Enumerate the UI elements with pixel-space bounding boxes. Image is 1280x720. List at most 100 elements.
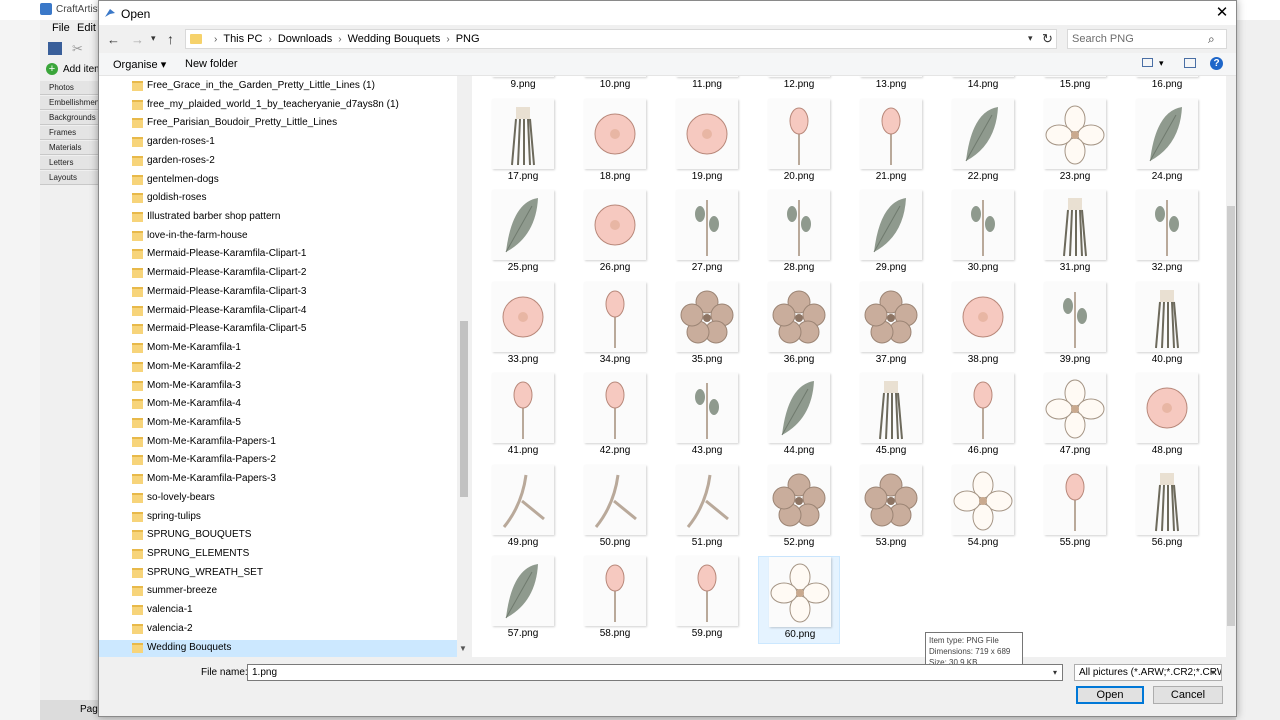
file-tile[interactable]: 35.png bbox=[666, 281, 748, 370]
side-tab-frames[interactable]: Frames bbox=[40, 126, 98, 140]
file-type-filter-select[interactable]: All pictures (*.ARW;*.CR2;*.CRW bbox=[1074, 664, 1222, 681]
folder-item[interactable]: goldish-roses bbox=[99, 190, 457, 208]
open-button[interactable]: Open bbox=[1076, 686, 1144, 704]
folder-item[interactable]: garden-roses-1 bbox=[99, 134, 457, 152]
file-tile[interactable]: 33.png bbox=[482, 281, 564, 370]
file-tile[interactable]: 17.png bbox=[482, 98, 564, 187]
folder-item[interactable]: Mermaid-Please-Karamfila-Clipart-3 bbox=[99, 284, 457, 302]
breadcrumb-wedding-bouquets[interactable]: Wedding Bouquets bbox=[348, 33, 441, 45]
breadcrumb-chevron-icon[interactable]: › bbox=[338, 34, 341, 45]
file-tile[interactable]: 15.png bbox=[1034, 76, 1116, 95]
file-tile[interactable]: 18.png bbox=[574, 98, 656, 187]
file-tile[interactable]: 14.png bbox=[942, 76, 1024, 95]
side-tab-backgrounds[interactable]: Backgrounds bbox=[40, 111, 98, 125]
folder-item[interactable]: Mom-Me-Karamfila-Papers-3 bbox=[99, 471, 457, 489]
folder-item[interactable]: Mermaid-Please-Karamfila-Clipart-1 bbox=[99, 246, 457, 264]
folder-item[interactable]: Mermaid-Please-Karamfila-Clipart-5 bbox=[99, 321, 457, 339]
address-dropdown-chevron-icon[interactable]: ▾ bbox=[1028, 33, 1033, 44]
folder-item[interactable]: SPRUNG_ELEMENTS bbox=[99, 546, 457, 564]
back-arrow-icon[interactable]: ← bbox=[107, 32, 120, 47]
change-view-icon[interactable] bbox=[1142, 58, 1153, 67]
file-tile[interactable]: 34.png bbox=[574, 281, 656, 370]
file-tile[interactable]: 32.png bbox=[1126, 190, 1208, 278]
file-tile[interactable]: 44.png bbox=[758, 373, 840, 461]
side-tab-layouts[interactable]: Layouts bbox=[40, 171, 98, 185]
file-tile[interactable]: 22.png bbox=[942, 98, 1024, 187]
file-tile[interactable]: 27.png bbox=[666, 190, 748, 278]
folder-item[interactable]: Mom-Me-Karamfila-Papers-1 bbox=[99, 434, 457, 452]
file-tile[interactable]: 31.png bbox=[1034, 190, 1116, 278]
search-input[interactable] bbox=[1072, 32, 1202, 46]
file-tile[interactable]: 38.png bbox=[942, 281, 1024, 370]
file-tile[interactable]: 55.png bbox=[1034, 464, 1116, 553]
file-tile[interactable]: 13.png bbox=[850, 76, 932, 95]
folder-item[interactable]: valencia-2 bbox=[99, 621, 457, 639]
add-item-button[interactable]: Add item bbox=[63, 64, 102, 75]
file-tile[interactable]: 36.png bbox=[758, 281, 840, 370]
folder-item[interactable]: gentelmen-dogs bbox=[99, 172, 457, 190]
file-tile[interactable]: 39.png bbox=[1034, 281, 1116, 370]
file-tile[interactable]: 59.png bbox=[666, 556, 748, 644]
file-tile[interactable]: 60.png bbox=[758, 556, 840, 644]
organise-button[interactable]: Organise ▾ bbox=[113, 58, 166, 71]
file-tile[interactable]: 46.png bbox=[942, 373, 1024, 461]
file-tile[interactable]: 47.png bbox=[1034, 373, 1116, 461]
file-type-chevron-icon[interactable]: ▾ bbox=[1211, 668, 1215, 677]
up-arrow-icon[interactable]: ↑ bbox=[167, 31, 174, 47]
cut-icon[interactable]: ✂ bbox=[72, 41, 83, 57]
folder-item[interactable]: SPRUNG_BOUQUETS bbox=[99, 527, 457, 545]
search-icon[interactable]: ⌕ bbox=[1208, 32, 1215, 47]
file-tile[interactable]: 45.png bbox=[850, 373, 932, 461]
file-tile[interactable]: 23.png bbox=[1034, 98, 1116, 187]
file-tile[interactable]: 52.png bbox=[758, 464, 840, 553]
file-tile[interactable]: 37.png bbox=[850, 281, 932, 370]
address-bar[interactable]: › This PC › Downloads › Wedding Bouquets… bbox=[185, 29, 1057, 49]
file-tile[interactable]: 25.png bbox=[482, 190, 564, 278]
file-tile[interactable]: 21.png bbox=[850, 98, 932, 187]
file-name-dropdown-chevron-icon[interactable]: ▾ bbox=[1053, 668, 1057, 677]
file-tile[interactable]: 57.png bbox=[482, 556, 564, 644]
file-tile[interactable]: 49.png bbox=[482, 464, 564, 553]
scroll-down-arrow-icon[interactable]: ▼ bbox=[459, 644, 467, 653]
file-tile[interactable]: 28.png bbox=[758, 190, 840, 278]
breadcrumb-chevron-icon[interactable]: › bbox=[446, 34, 449, 45]
folder-item[interactable]: Mom-Me-Karamfila-1 bbox=[99, 340, 457, 358]
add-item-icon[interactable]: + bbox=[46, 63, 58, 75]
file-tile[interactable]: 40.png bbox=[1126, 281, 1208, 370]
file-tile[interactable]: 10.png bbox=[574, 76, 656, 95]
refresh-icon[interactable]: ↻ bbox=[1042, 31, 1053, 47]
file-tile[interactable]: 20.png bbox=[758, 98, 840, 187]
help-icon[interactable]: ? bbox=[1210, 57, 1223, 70]
side-tab-materials[interactable]: Materials bbox=[40, 141, 98, 155]
save-icon[interactable] bbox=[48, 42, 62, 55]
side-tab-photos[interactable]: Photos bbox=[40, 81, 98, 95]
file-tile[interactable]: 30.png bbox=[942, 190, 1024, 278]
folder-item[interactable]: Mermaid-Please-Karamfila-Clipart-2 bbox=[99, 265, 457, 283]
folder-item[interactable]: Illustrated barber shop pattern bbox=[99, 209, 457, 227]
navigation-pane-scroll-thumb[interactable] bbox=[460, 321, 468, 497]
folder-item[interactable]: Mom-Me-Karamfila-5 bbox=[99, 415, 457, 433]
cancel-button[interactable]: Cancel bbox=[1153, 686, 1223, 704]
folder-item[interactable]: SPRUNG_WREATH_SET bbox=[99, 565, 457, 583]
file-tile[interactable]: 19.png bbox=[666, 98, 748, 187]
background-menu-edit[interactable]: Edit bbox=[77, 22, 96, 34]
file-name-input[interactable]: 1.png bbox=[247, 664, 1063, 681]
file-tile[interactable]: 26.png bbox=[574, 190, 656, 278]
file-tile[interactable]: 56.png bbox=[1126, 464, 1208, 553]
file-tile[interactable]: 53.png bbox=[850, 464, 932, 553]
preview-pane-icon[interactable] bbox=[1184, 58, 1196, 68]
new-folder-button[interactable]: New folder bbox=[185, 58, 238, 70]
breadcrumb-chevron-icon[interactable]: › bbox=[214, 34, 217, 45]
folder-item[interactable]: garden-roses-2 bbox=[99, 153, 457, 171]
breadcrumb-chevron-icon[interactable]: › bbox=[268, 34, 271, 45]
folder-item[interactable]: Mermaid-Please-Karamfila-Clipart-4 bbox=[99, 303, 457, 321]
breadcrumb-png[interactable]: PNG bbox=[456, 33, 480, 45]
file-pane-scroll-thumb[interactable] bbox=[1227, 206, 1235, 626]
close-icon[interactable]: ✕ bbox=[1211, 4, 1233, 22]
folder-item[interactable]: free_my_plaided_world_1_by_teacheryanie_… bbox=[99, 97, 457, 115]
folder-item[interactable]: Mom-Me-Karamfila-3 bbox=[99, 378, 457, 396]
file-tile[interactable]: 12.png bbox=[758, 76, 840, 95]
file-tile[interactable]: 43.png bbox=[666, 373, 748, 461]
folder-item[interactable]: Mom-Me-Karamfila-4 bbox=[99, 396, 457, 414]
folder-item[interactable]: so-lovely-bears bbox=[99, 490, 457, 508]
